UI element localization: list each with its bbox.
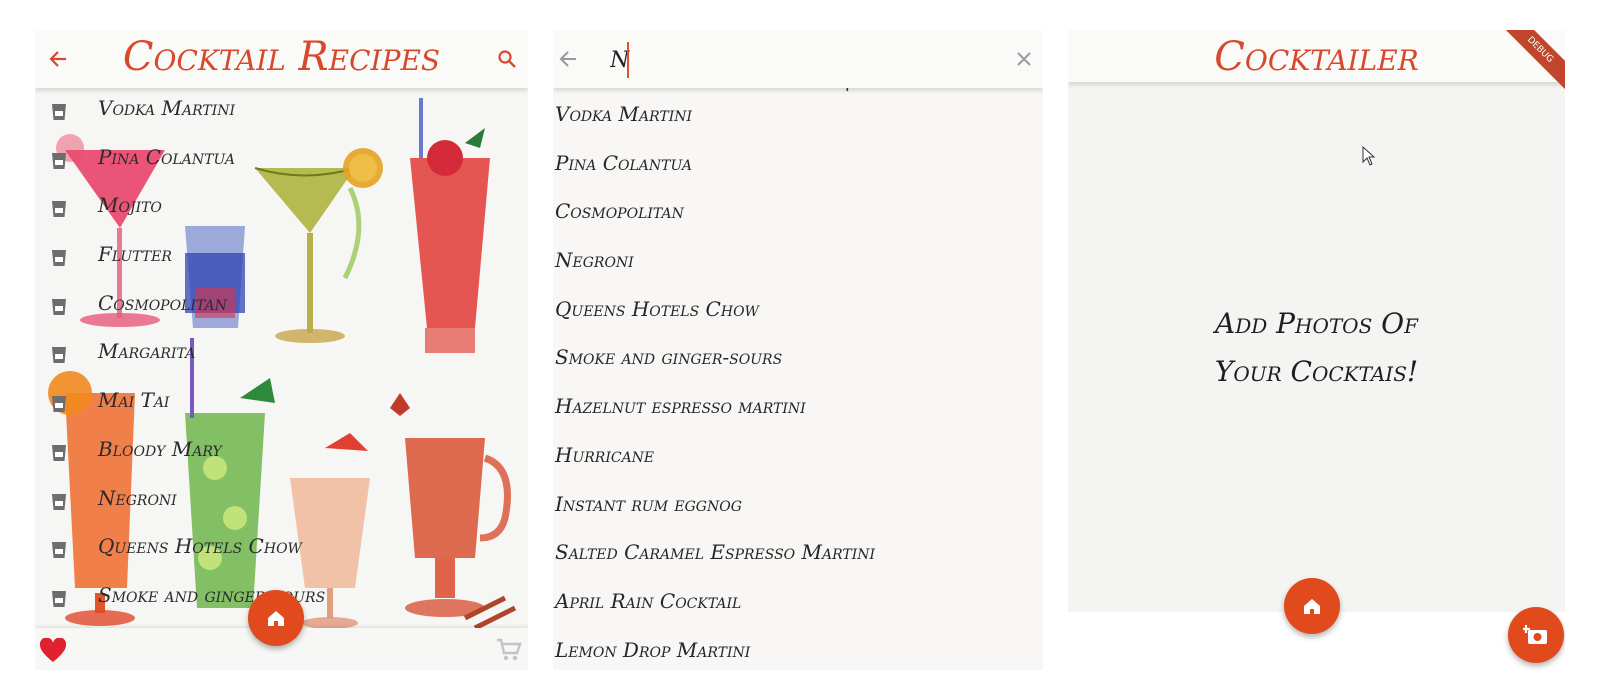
glass-icon bbox=[52, 250, 66, 267]
list-item[interactable]: Queens Hotels Chow bbox=[35, 526, 528, 575]
search-result-item[interactable]: Instant rum eggnog bbox=[553, 482, 1043, 531]
cart-button[interactable] bbox=[496, 638, 522, 666]
glass-icon bbox=[52, 444, 66, 461]
search-result-item[interactable]: Queens Hotels Chow bbox=[553, 287, 1043, 336]
search-result-item[interactable]: Cosmopolitan bbox=[553, 189, 1043, 238]
text-cursor bbox=[627, 42, 629, 78]
glass-icon bbox=[52, 542, 66, 559]
glass-icon bbox=[52, 201, 66, 218]
list-item[interactable]: Margarita bbox=[35, 331, 528, 380]
home-icon bbox=[268, 611, 284, 626]
list-item[interactable]: Negroni bbox=[35, 478, 528, 527]
page-title: Cocktail Recipes bbox=[122, 34, 441, 80]
glass-icon bbox=[52, 493, 66, 510]
search-button[interactable] bbox=[492, 44, 522, 74]
cocktailer-screen: Cocktailer DEBUG Add Photos Of Your Cock… bbox=[1068, 30, 1565, 670]
search-screen: Vodka Martini Pina Colantua Cosmopolitan… bbox=[553, 30, 1043, 670]
home-fab[interactable] bbox=[1284, 578, 1340, 634]
home-icon bbox=[1304, 599, 1320, 614]
list-item[interactable]: Flutter bbox=[35, 234, 528, 283]
home-fab[interactable] bbox=[248, 590, 304, 646]
list-item[interactable]: Cosmopolitan bbox=[35, 283, 528, 332]
close-icon bbox=[1017, 52, 1031, 66]
app-bar: Cocktailer bbox=[1068, 30, 1565, 82]
add-photo-icon bbox=[1523, 625, 1547, 644]
list-item[interactable]: Mai Tai bbox=[35, 380, 528, 429]
back-button[interactable] bbox=[553, 44, 583, 74]
search-result-item[interactable]: Hazelnut espresso martini bbox=[553, 384, 1043, 433]
search-result-item[interactable]: Lemon Drop Martini bbox=[553, 628, 1043, 670]
cocktail-list: Vodka Martini Pina Colantua Mojito Flutt… bbox=[35, 88, 528, 624]
list-item[interactable]: Mojito bbox=[35, 185, 528, 234]
glass-icon bbox=[52, 396, 66, 413]
search-result-item[interactable]: April Rain Cocktail bbox=[553, 579, 1043, 628]
favorites-button[interactable] bbox=[39, 637, 67, 668]
glass-icon bbox=[52, 298, 66, 315]
heart-icon bbox=[39, 637, 67, 662]
search-result-item[interactable]: Hurricane bbox=[553, 433, 1043, 482]
search-bar bbox=[553, 30, 1043, 88]
mouse-pointer-icon bbox=[1362, 146, 1376, 166]
cart-icon bbox=[497, 638, 522, 661]
clear-search-button[interactable] bbox=[1009, 44, 1039, 74]
app-bar: Cocktail Recipes bbox=[35, 30, 528, 88]
search-input[interactable] bbox=[608, 38, 982, 82]
search-result-item[interactable]: Salted Caramel Espresso Martini bbox=[553, 530, 1043, 579]
list-item[interactable]: Bloody Mary bbox=[35, 429, 528, 478]
search-result-item[interactable]: Vodka Martini bbox=[553, 92, 1043, 141]
cocktail-recipes-screen: Cocktail Recipes Vodka Martini Pina Cola… bbox=[35, 30, 528, 670]
arrow-left-icon bbox=[559, 51, 576, 67]
list-item[interactable]: Vodka Martini bbox=[35, 88, 528, 137]
glass-icon bbox=[52, 590, 66, 607]
glass-icon bbox=[52, 347, 66, 364]
glass-icon bbox=[52, 152, 66, 169]
empty-state-message: Add Photos Of Your Cocktais! bbox=[1214, 307, 1419, 388]
add-photo-button[interactable] bbox=[1508, 607, 1564, 663]
search-results-list: Vodka Martini Pina Colantua Cosmopolitan… bbox=[553, 92, 1043, 670]
search-result-item[interactable]: Negroni bbox=[553, 238, 1043, 287]
page-title: Cocktailer bbox=[1214, 34, 1419, 80]
search-result-item[interactable]: Pina Colantua bbox=[553, 141, 1043, 190]
glass-icon bbox=[52, 104, 66, 120]
list-item[interactable]: Pina Colantua bbox=[35, 137, 528, 186]
search-icon bbox=[498, 50, 516, 68]
search-result-item[interactable]: Smoke and ginger-sours bbox=[553, 335, 1043, 384]
